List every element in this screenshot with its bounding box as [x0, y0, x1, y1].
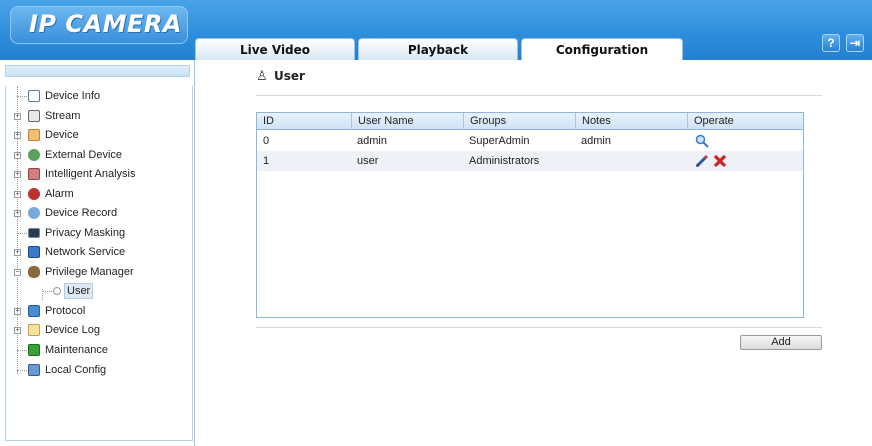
sidebar-item-stream[interactable]: + Stream [6, 108, 192, 124]
expand-icon[interactable]: + [14, 327, 21, 334]
table-header: ID User Name Groups Notes Operate [257, 113, 803, 130]
sidebar-item-user[interactable]: User [6, 283, 192, 299]
sidebar-item-device-info[interactable]: Device Info [6, 88, 192, 104]
expand-icon[interactable]: + [14, 113, 21, 120]
column-header-user-name: User Name [351, 113, 463, 130]
tab-configuration[interactable]: Configuration [521, 38, 683, 60]
divider [256, 95, 822, 96]
sidebar-item-external-device[interactable]: + External Device [6, 147, 192, 163]
privilege-manager-icon [28, 266, 40, 278]
help-icon: ? [827, 36, 835, 50]
nav-tree: Device Info + Stream + Device + External… [5, 86, 193, 441]
local-config-icon [28, 364, 40, 376]
network-service-icon [28, 246, 40, 258]
page-title: User [274, 69, 305, 83]
expand-icon[interactable]: + [14, 171, 21, 178]
user-icon [53, 287, 61, 295]
device-log-icon [28, 324, 40, 336]
expand-icon[interactable]: + [14, 308, 21, 315]
sidebar-item-protocol[interactable]: + Protocol [6, 303, 192, 319]
logo: IP CAMERA [10, 6, 188, 44]
sidebar-item-local-config[interactable]: Local Config [6, 362, 192, 378]
logout-icon: ⇥ [849, 36, 861, 50]
view-icon[interactable] [695, 134, 709, 148]
header-bar: IP CAMERA Live Video Playback Configurat… [0, 0, 872, 60]
protocol-icon [28, 305, 40, 317]
sidebar-item-maintenance[interactable]: Maintenance [6, 342, 192, 358]
expand-icon[interactable]: + [14, 132, 21, 139]
table-row: 0 admin SuperAdmin admin [257, 131, 803, 151]
device-record-icon [28, 207, 40, 219]
sidebar-item-privacy-masking[interactable]: Privacy Masking [6, 225, 192, 241]
add-button[interactable]: Add [740, 335, 822, 350]
sidebar-item-alarm[interactable]: + Alarm [6, 186, 192, 202]
edit-icon[interactable] [695, 154, 709, 168]
sidebar: Device Info + Stream + Device + External… [0, 60, 195, 446]
sidebar-item-intelligent-analysis[interactable]: + Intelligent Analysis [6, 166, 192, 182]
maintenance-icon [28, 344, 40, 356]
logout-button[interactable]: ⇥ [846, 34, 864, 52]
privacy-masking-icon [28, 228, 40, 238]
user-table: ID User Name Groups Notes Operate 0 admi… [256, 112, 804, 318]
sidebar-item-device-log[interactable]: + Device Log [6, 322, 192, 338]
sidebar-header [5, 65, 190, 77]
column-header-id: ID [263, 115, 274, 127]
expand-icon[interactable]: + [14, 191, 21, 198]
external-device-icon [28, 149, 40, 161]
stream-icon [28, 110, 40, 122]
table-row: 1 user Administrators [257, 151, 803, 171]
device-info-icon [28, 90, 40, 102]
alarm-icon [28, 188, 40, 200]
expand-icon[interactable]: + [14, 249, 21, 256]
device-icon [28, 129, 40, 141]
user-title-icon: ♙ [256, 68, 268, 83]
expand-icon[interactable]: + [14, 152, 21, 159]
tab-live-video[interactable]: Live Video [195, 38, 355, 60]
expand-icon[interactable]: + [14, 210, 21, 217]
sidebar-item-device-record[interactable]: + Device Record [6, 205, 192, 221]
main-panel: ♙ User ID User Name Groups Notes Operate… [196, 60, 872, 446]
column-header-operate: Operate [687, 113, 803, 130]
sidebar-item-device[interactable]: + Device [6, 127, 192, 143]
column-header-groups: Groups [463, 113, 575, 130]
sidebar-item-privilege-manager[interactable]: − Privilege Manager [6, 264, 192, 280]
sidebar-item-network-service[interactable]: + Network Service [6, 244, 192, 260]
logo-text: IP CAMERA [29, 10, 182, 38]
divider [256, 327, 822, 328]
collapse-icon[interactable]: − [14, 269, 21, 276]
delete-icon[interactable] [713, 154, 727, 168]
intelligent-analysis-icon [28, 168, 40, 180]
tab-playback[interactable]: Playback [358, 38, 518, 60]
column-header-notes: Notes [575, 113, 687, 130]
help-button[interactable]: ? [822, 34, 840, 52]
